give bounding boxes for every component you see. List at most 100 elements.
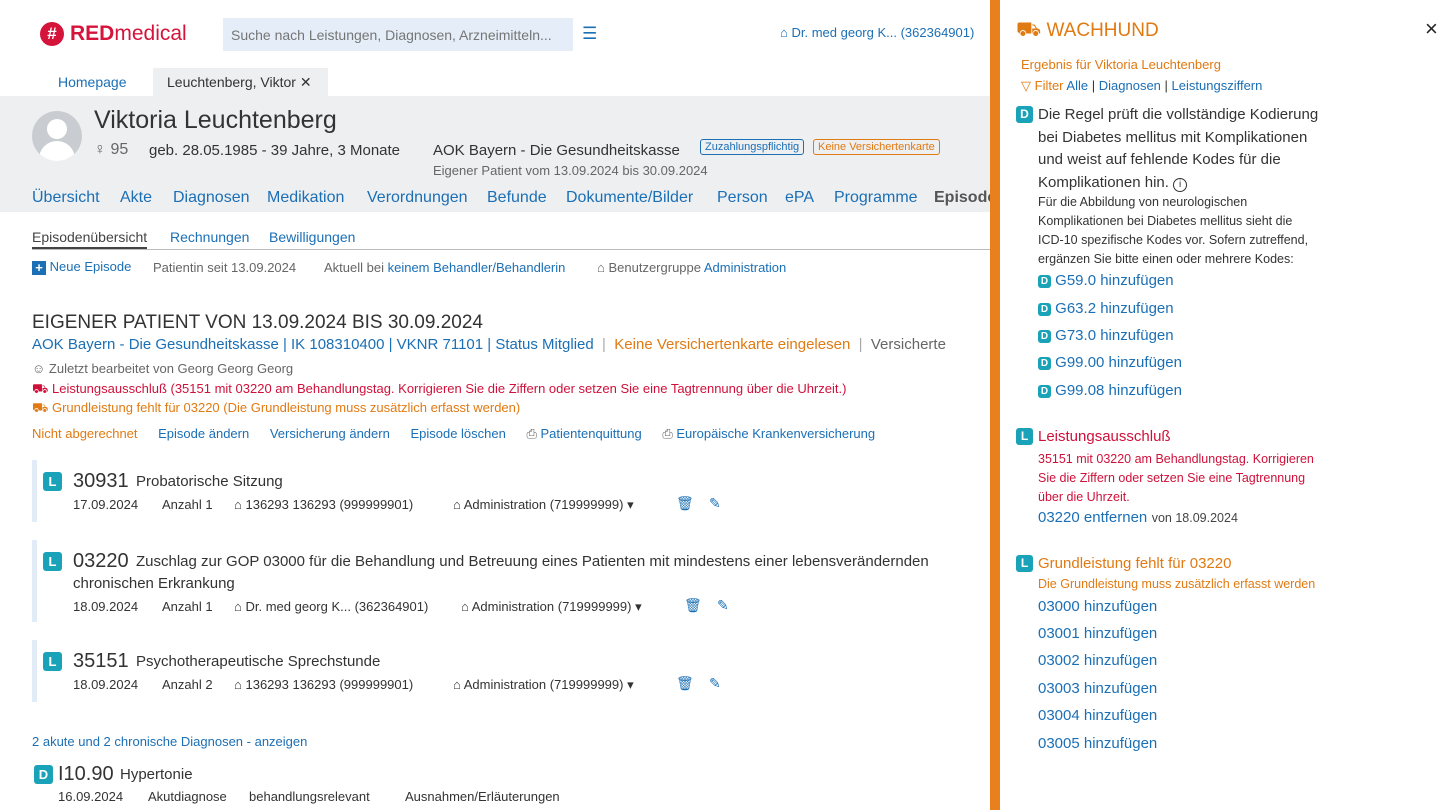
subtab-invoices[interactable]: Rechnungen bbox=[170, 229, 249, 245]
service-count: Anzahl 2 bbox=[162, 677, 213, 692]
add-service-link[interactable]: 03001 hinzufügen bbox=[1038, 625, 1157, 642]
service-provider: ⌂ 136293 136293 (999999901) bbox=[234, 497, 413, 512]
nav-akte[interactable]: Akte bbox=[120, 189, 152, 207]
tab-homepage[interactable]: Homepage bbox=[44, 68, 141, 96]
service-desc-line2: chronischen Erkrankung bbox=[73, 575, 235, 592]
nav-befunde[interactable]: Befunde bbox=[487, 189, 547, 207]
birth-date: geb. 28.05.1985 - 39 Jahre, 3 Monate bbox=[149, 142, 401, 159]
remove-code-action: 03220 entfernen von 18.09.2024 bbox=[1038, 509, 1238, 527]
separator2: | bbox=[854, 336, 867, 353]
eu-insurance-label: Europäische Krankenversicherung bbox=[676, 426, 876, 441]
info-icon[interactable]: i bbox=[1173, 177, 1188, 192]
delete-episode-link[interactable]: Episode löschen bbox=[410, 426, 505, 441]
service-date: 17.09.2024 bbox=[73, 497, 139, 512]
filter-icon: ▽ bbox=[1021, 78, 1031, 93]
diagnosis-badge: D bbox=[1038, 275, 1051, 288]
group-link[interactable]: Administration bbox=[704, 260, 786, 275]
add-service-link[interactable]: 03004 hinzufügen bbox=[1038, 707, 1157, 724]
search-input[interactable] bbox=[223, 18, 573, 51]
change-insurance-link[interactable]: Versicherung ändern bbox=[270, 426, 390, 441]
add-service-link[interactable]: 03002 hinzufügen bbox=[1038, 652, 1157, 669]
filter-all[interactable]: Alle bbox=[1066, 78, 1088, 93]
eu-insurance-link[interactable]: ⎙ Europäische Krankenversicherung bbox=[662, 426, 875, 441]
subtab-episodes[interactable]: Episodenübersicht bbox=[32, 229, 148, 249]
filter-diagnoses[interactable]: Diagnosen bbox=[1099, 78, 1161, 93]
add-code-label: G59.0 hinzufügen bbox=[1055, 272, 1174, 289]
diagnosis-relevance-link[interactable]: behandlungsrelevant bbox=[249, 789, 370, 804]
add-code-link[interactable]: D G99.08 hinzufügen bbox=[1038, 382, 1182, 399]
nav-epa[interactable]: ePA bbox=[785, 189, 814, 207]
rule-details: Für die Abbildung von neurologischen Kom… bbox=[1038, 193, 1308, 269]
diagnoses-toggle-link[interactable]: 2 akute und 2 chronische Diagnosen - anz… bbox=[32, 734, 307, 749]
diagnosis-code: I10.90 bbox=[58, 763, 114, 785]
add-service-link[interactable]: 03005 hinzufügen bbox=[1038, 735, 1157, 752]
copay-badge: Zuzahlungspflichtig bbox=[700, 139, 805, 155]
nav-verordnungen[interactable]: Verordnungen bbox=[367, 189, 468, 207]
add-code-link[interactable]: D G59.0 hinzufügen bbox=[1038, 272, 1174, 289]
add-code-link[interactable]: D G73.0 hinzufügen bbox=[1038, 327, 1174, 344]
doctor-selector[interactable]: ⌂ Dr. med georg K... (362364901) bbox=[780, 25, 974, 40]
delete-icon[interactable]: 🗑 bbox=[684, 597, 702, 614]
logo[interactable]: # RED medical bbox=[40, 20, 187, 48]
delete-icon[interactable]: 🗑 bbox=[676, 675, 694, 692]
delete-icon[interactable]: 🗑 bbox=[676, 495, 694, 512]
menu-icon[interactable]: ☰ bbox=[582, 24, 597, 44]
edit-episode-link[interactable]: Episode ändern bbox=[158, 426, 249, 441]
rule-badge: D bbox=[1016, 106, 1033, 123]
service-admin-dropdown[interactable]: ⌂ Administration (719999999) ▾ bbox=[453, 497, 634, 513]
card-warning-link[interactable]: Keine Versichertenkarte eingelesen bbox=[614, 336, 850, 353]
nav-episode[interactable]: Episode bbox=[934, 189, 990, 207]
plus-icon: + bbox=[32, 261, 46, 275]
tab-patient[interactable]: Leuchtenberg, Viktor ✕ bbox=[153, 68, 328, 96]
new-episode-button[interactable]: + Neue Episode bbox=[32, 259, 131, 275]
nav-programme[interactable]: Programme bbox=[834, 189, 918, 207]
add-service-link[interactable]: 03000 hinzufügen bbox=[1038, 598, 1157, 615]
nav-diagnosen[interactable]: Diagnosen bbox=[173, 189, 250, 207]
episode-actions: Nicht abgerechnet Episode ändern Versich… bbox=[32, 426, 875, 442]
service-admin-dropdown[interactable]: ⌂ Administration (719999999) ▾ bbox=[453, 677, 634, 693]
home-icon: ⌂ bbox=[597, 260, 605, 275]
nav-person[interactable]: Person bbox=[717, 189, 768, 207]
insurance-details-link[interactable]: AOK Bayern - Die Gesundheitskasse | IK 1… bbox=[32, 336, 594, 353]
rule-detail-line: ICD-10 spezifische Kodes vor. Sofern zut… bbox=[1038, 233, 1309, 247]
subtab-approvals[interactable]: Bewilligungen bbox=[269, 229, 355, 245]
sep: | bbox=[1164, 78, 1168, 93]
receipt-label: Patientenquittung bbox=[540, 426, 642, 441]
close-tab-icon[interactable]: ✕ bbox=[300, 74, 312, 90]
diagnosis-badge: D bbox=[34, 765, 53, 784]
filter-services[interactable]: Leistungsziffern bbox=[1172, 78, 1263, 93]
add-code-link[interactable]: D G63.2 hinzufügen bbox=[1038, 300, 1174, 317]
add-code-label: G73.0 hinzufügen bbox=[1055, 327, 1174, 344]
edit-icon[interactable]: ✎ bbox=[709, 675, 721, 692]
service-provider-text: 136293 136293 (999999901) bbox=[245, 677, 414, 692]
service-admin-dropdown[interactable]: ⌂ Administration (719999999) ▾ bbox=[461, 599, 642, 615]
service-badge: L bbox=[43, 472, 62, 491]
no-card-badge: Keine Versichertenkarte bbox=[813, 139, 940, 155]
service-admin-text: Administration (719999999) bbox=[471, 599, 632, 614]
home-icon: ⌂ bbox=[453, 677, 461, 692]
remove-code-link[interactable]: 03220 entfernen bbox=[1038, 509, 1147, 526]
service-date: 18.09.2024 bbox=[73, 599, 139, 614]
nav-medikation[interactable]: Medikation bbox=[267, 189, 344, 207]
nav-dokumente[interactable]: Dokumente/Bilder bbox=[566, 189, 693, 207]
watchdog-title: ⛟ WACHHUND bbox=[1016, 19, 1159, 44]
edit-icon[interactable]: ✎ bbox=[709, 495, 721, 512]
edit-icon[interactable]: ✎ bbox=[717, 597, 729, 614]
nav-uebersicht[interactable]: Übersicht bbox=[32, 189, 100, 207]
diagnosis-exceptions-link[interactable]: Ausnahmen/Erläuterungen bbox=[405, 789, 560, 804]
close-panel-icon[interactable]: × bbox=[1425, 16, 1438, 42]
receipt-link[interactable]: ⎙ Patientenquittung bbox=[526, 426, 641, 441]
avatar bbox=[32, 111, 82, 161]
user-icon: ☺ bbox=[32, 361, 46, 376]
new-episode-label: Neue Episode bbox=[49, 259, 132, 274]
watchdog-icon: ⛟ bbox=[1016, 19, 1042, 41]
current-provider-link[interactable]: keinem Behandler/Behandlerin bbox=[388, 260, 566, 275]
rule-badge: L bbox=[1016, 428, 1033, 445]
service-entry: L 03220 Zuschlag zur GOP 03000 für die B… bbox=[32, 540, 982, 622]
rule-line: bei Diabetes mellitus mit Komplikationen bbox=[1038, 128, 1308, 146]
add-service-link[interactable]: 03003 hinzufügen bbox=[1038, 680, 1157, 697]
not-billed-link[interactable]: Nicht abgerechnet bbox=[32, 426, 138, 441]
diagnosis-date: 16.09.2024 bbox=[58, 789, 124, 804]
add-code-link[interactable]: D G99.00 hinzufügen bbox=[1038, 354, 1182, 371]
doctor-name: Dr. med georg K... (362364901) bbox=[791, 25, 975, 40]
